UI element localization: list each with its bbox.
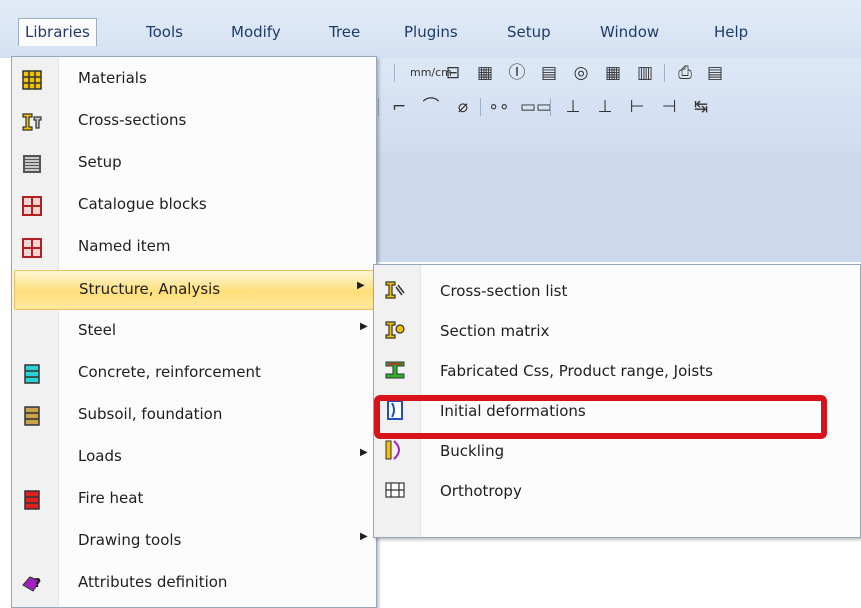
fire-heat-icon bbox=[24, 490, 40, 510]
view-area bbox=[350, 152, 861, 262]
toolbar-separator bbox=[378, 98, 379, 116]
attributes-icon: ? bbox=[22, 576, 41, 592]
members-icon[interactable]: ▭▭ bbox=[520, 96, 552, 118]
submenu-arrow-icon: ▶ bbox=[357, 280, 365, 291]
submenu-item-fabricated-css[interactable]: Fabricated Css, Product range, Joists bbox=[376, 351, 860, 391]
menu-help[interactable]: Help bbox=[708, 18, 754, 46]
menu-item-label: Steel bbox=[78, 321, 117, 339]
grid2-toolbar-icon[interactable]: ▥ bbox=[634, 62, 656, 84]
target-toolbar-icon[interactable]: ◎ bbox=[570, 62, 592, 84]
submenu-item-orthotropy[interactable]: Orthotropy bbox=[376, 471, 860, 511]
submenu-item-label: Orthotropy bbox=[440, 482, 522, 500]
menu-item-label: Named item bbox=[78, 237, 171, 255]
subsoil-icon bbox=[24, 406, 40, 426]
toolbar-area: mm/cm ⊟ ▦ Ⓘ ▤ ◎ ▦ ▥ ⎙ ▤ ⌐ ⌒ ⌀ ∘∘ ▭▭ ⊥ ⊥ … bbox=[350, 58, 861, 152]
connect-icon[interactable]: ↹ bbox=[690, 96, 712, 118]
cross-section-icon bbox=[22, 113, 42, 131]
menu-item-label: Drawing tools bbox=[78, 531, 182, 549]
menu-item-label: Attributes definition bbox=[78, 573, 228, 591]
menu-item-label: Materials bbox=[78, 69, 147, 87]
support-icon[interactable]: ⊥ bbox=[562, 96, 584, 118]
menu-item-label: Concrete, reinforcement bbox=[78, 363, 261, 381]
arc-icon[interactable]: ⌒ bbox=[420, 96, 442, 118]
menu-item-structure-analysis[interactable]: Structure, Analysis ▶ bbox=[14, 270, 374, 310]
toolbar-separator bbox=[394, 64, 395, 82]
print-icon[interactable]: ⎙ bbox=[674, 62, 696, 84]
libraries-dropdown: Materials Cross-sections Setup Catalogue… bbox=[11, 56, 377, 608]
materials-icon bbox=[22, 70, 42, 90]
catalogue-block-icon bbox=[22, 196, 42, 216]
layers-icon[interactable]: ⊟ bbox=[442, 62, 464, 84]
menu-item-label: Fire heat bbox=[78, 489, 144, 507]
table-toolbar-icon[interactable]: ▤ bbox=[538, 62, 560, 84]
menu-tree[interactable]: Tree bbox=[323, 18, 366, 46]
menu-modify[interactable]: Modify bbox=[225, 18, 287, 46]
menu-libraries[interactable]: Libraries bbox=[18, 18, 97, 46]
menu-icon-gutter bbox=[12, 57, 59, 607]
menubar: Libraries Tools Modify Tree Plugins Setu… bbox=[0, 0, 861, 58]
buckling-icon bbox=[385, 440, 400, 460]
orthotropy-icon bbox=[385, 482, 405, 498]
submenu-arrow-icon: ▶ bbox=[360, 531, 368, 542]
menu-item-label: Structure, Analysis bbox=[79, 280, 221, 298]
diameter-icon[interactable]: ⌀ bbox=[452, 96, 474, 118]
menu-item-label: Subsoil, foundation bbox=[78, 405, 223, 423]
menu-item-label: Setup bbox=[78, 153, 122, 171]
support2-icon[interactable]: ⊥ bbox=[594, 96, 616, 118]
menu-window[interactable]: Window bbox=[594, 18, 665, 46]
menu-item-label: Cross-sections bbox=[78, 111, 187, 129]
submenu-item-label: Fabricated Css, Product range, Joists bbox=[440, 362, 713, 380]
units-icon[interactable]: mm/cm bbox=[410, 62, 452, 84]
shape-icon[interactable]: ⌐ bbox=[388, 96, 410, 118]
menu-setup[interactable]: Setup bbox=[501, 18, 557, 46]
fabricated-css-icon bbox=[385, 361, 405, 379]
toolbar-separator bbox=[550, 98, 551, 116]
highlight-callout bbox=[374, 395, 827, 439]
setup-icon bbox=[23, 155, 41, 173]
grid-toolbar-icon[interactable]: ▦ bbox=[602, 62, 624, 84]
section-matrix-icon bbox=[385, 321, 405, 339]
submenu-item-label: Buckling bbox=[440, 442, 505, 460]
submenu-item-label: Cross-section list bbox=[440, 282, 568, 300]
menu-tools[interactable]: Tools bbox=[140, 18, 189, 46]
toolbar-row-1: mm/cm ⊟ ▦ Ⓘ ▤ ◎ ▦ ▥ ⎙ ▤ bbox=[350, 58, 861, 88]
menu-item-label: Catalogue blocks bbox=[78, 195, 207, 213]
submenu-item-section-matrix[interactable]: Section matrix bbox=[376, 311, 860, 351]
svg-text:?: ? bbox=[34, 576, 41, 590]
hinge-icon[interactable]: ⊢ bbox=[626, 96, 648, 118]
materials-toolbar-icon[interactable]: ▦ bbox=[474, 62, 496, 84]
menu-plugins[interactable]: Plugins bbox=[398, 18, 464, 46]
print-preview-icon[interactable]: ▤ bbox=[704, 62, 726, 84]
hinge2-icon[interactable]: ⊣ bbox=[658, 96, 680, 118]
cross-section-toolbar-icon[interactable]: Ⓘ bbox=[506, 62, 528, 84]
submenu-item-label: Section matrix bbox=[440, 322, 550, 340]
toolbar-separator bbox=[480, 98, 481, 116]
submenu-item-cross-section-list[interactable]: Cross-section list bbox=[376, 271, 860, 311]
submenu-arrow-icon: ▶ bbox=[360, 447, 368, 458]
toolbar-separator bbox=[664, 64, 665, 82]
concrete-icon bbox=[24, 364, 40, 384]
toolbar-row-2: ⌐ ⌒ ⌀ ∘∘ ▭▭ ⊥ ⊥ ⊢ ⊣ ↹ bbox=[350, 92, 861, 122]
named-item-icon bbox=[22, 238, 42, 258]
cross-section-list-icon bbox=[385, 281, 405, 299]
menu-item-label: Loads bbox=[78, 447, 122, 465]
nodes-icon[interactable]: ∘∘ bbox=[488, 96, 510, 118]
submenu-arrow-icon: ▶ bbox=[360, 321, 368, 332]
